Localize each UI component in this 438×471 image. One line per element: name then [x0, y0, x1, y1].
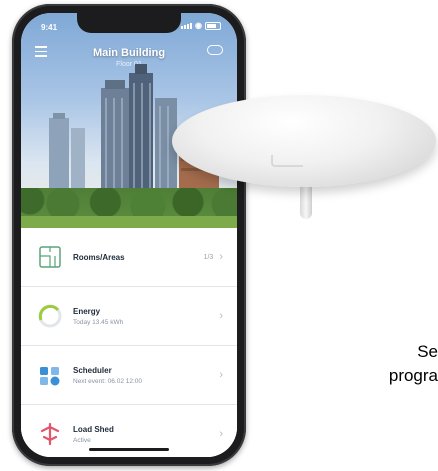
- phone-screen: 9:41 ◉ Main Building Floor 01 Rooms/Area…: [21, 13, 237, 457]
- phone-notch: [77, 13, 181, 33]
- list-item-energy[interactable]: Energy Today 13.45 kWh ›: [21, 287, 237, 346]
- load-shed-icon: [37, 421, 63, 447]
- chevron-right-icon: ›: [219, 428, 223, 440]
- chevron-right-icon: ›: [219, 310, 223, 322]
- list-item-sublabel: Active: [73, 436, 91, 444]
- wifi-icon: ◉: [195, 21, 202, 30]
- list-item-rooms-areas[interactable]: Rooms/Areas 1/3 ›: [21, 228, 237, 287]
- device-disc: [172, 95, 436, 187]
- list-item-sublabel: Next event: 06.02 12:00: [73, 377, 143, 385]
- caption-line-2: progra: [388, 366, 438, 385]
- floorplan-icon: [37, 244, 63, 270]
- signal-icon: [181, 23, 193, 29]
- list-item-label: Load Shed: [73, 424, 114, 434]
- chevron-right-icon: ›: [219, 251, 223, 263]
- list-item-scheduler[interactable]: Scheduler Next event: 06.02 12:00 ›: [21, 346, 237, 405]
- battery-icon: [205, 22, 221, 30]
- caption-line-1: Se: [417, 342, 438, 361]
- phone-mockup: 9:41 ◉ Main Building Floor 01 Rooms/Area…: [12, 4, 246, 466]
- energy-gauge-icon: [37, 303, 63, 329]
- scheduler-icon: [37, 362, 63, 388]
- caption-text: Se progra: [389, 340, 438, 388]
- list-item-label: Rooms/Areas: [73, 252, 125, 262]
- list-item-label: Scheduler: [73, 365, 112, 375]
- device-bracket: [271, 155, 303, 167]
- home-indicator[interactable]: [89, 448, 169, 451]
- list-item-sublabel: Today 13.45 kWh: [73, 318, 124, 326]
- overview-list: Rooms/Areas 1/3 › Energy Today 13.45 kWh…: [21, 228, 237, 457]
- list-item-value: 1/3: [203, 253, 214, 261]
- list-item-label: Energy: [73, 306, 101, 316]
- ceiling-sensor-device: [172, 95, 438, 225]
- status-time: 9:41: [41, 23, 58, 32]
- status-icons: ◉: [181, 22, 221, 30]
- chevron-right-icon: ›: [219, 369, 223, 381]
